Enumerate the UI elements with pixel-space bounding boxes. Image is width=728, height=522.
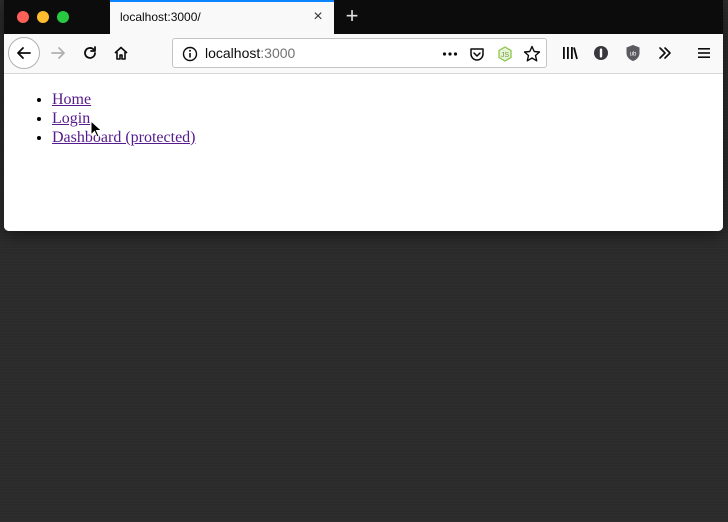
- ublock-icon: ub: [626, 45, 640, 61]
- info-icon[interactable]: [181, 45, 199, 63]
- url-text: localhost:3000: [205, 45, 295, 61]
- menu-button[interactable]: [690, 39, 718, 67]
- library-button[interactable]: [556, 39, 584, 67]
- new-tab-button[interactable]: +: [342, 5, 362, 27]
- back-icon: [17, 47, 31, 59]
- reload-icon: [84, 46, 96, 59]
- back-button[interactable]: [8, 37, 40, 69]
- url-bar[interactable]: localhost:3000 JS: [172, 38, 547, 68]
- bookmark-star-icon[interactable]: [523, 45, 541, 63]
- sync-icon: [594, 46, 608, 60]
- url-host: localhost: [205, 45, 261, 61]
- reload-button[interactable]: [76, 39, 104, 67]
- home-icon: [114, 46, 128, 60]
- url-port: :3000: [260, 45, 296, 61]
- mouse-cursor-icon: [90, 120, 102, 138]
- dashboard-link[interactable]: Dashboard (protected): [52, 129, 196, 146]
- browser-window: localhost:3000/ × + localhost:3000 JS ub…: [4, 0, 723, 231]
- forward-icon: [51, 47, 65, 59]
- tab-bar: localhost:3000/ × +: [4, 0, 723, 34]
- more-icon[interactable]: [441, 45, 459, 63]
- tab-title: localhost:3000/: [120, 10, 201, 24]
- home-link[interactable]: Home: [52, 91, 91, 108]
- tab-close-icon[interactable]: ×: [310, 9, 326, 25]
- nav-link-list: Home Login Dashboard (protected): [4, 90, 723, 147]
- overflow-button[interactable]: [651, 39, 679, 67]
- library-icon: [563, 47, 578, 60]
- overflow-icon: [659, 47, 671, 59]
- window-minimize-button[interactable]: [37, 11, 49, 23]
- svg-text:ub: ub: [630, 52, 637, 58]
- sync-button[interactable]: [587, 39, 615, 67]
- window-maximize-button[interactable]: [57, 11, 69, 23]
- login-link[interactable]: Login: [52, 110, 90, 127]
- window-close-button[interactable]: [17, 11, 29, 23]
- pocket-icon[interactable]: [468, 45, 486, 63]
- page-content: Home Login Dashboard (protected): [4, 74, 723, 231]
- menu-icon: [698, 48, 710, 58]
- node-extension-icon[interactable]: JS: [496, 45, 514, 63]
- forward-button[interactable]: [44, 39, 72, 67]
- navigation-toolbar: localhost:3000 JS ub: [4, 34, 723, 74]
- list-item: Dashboard (protected): [52, 128, 723, 147]
- home-button[interactable]: [107, 39, 135, 67]
- tab-localhost[interactable]: localhost:3000/ ×: [110, 0, 334, 34]
- list-item: Home: [52, 90, 723, 109]
- list-item: Login: [52, 109, 723, 128]
- ublock-button[interactable]: ub: [619, 39, 647, 67]
- svg-text:JS: JS: [501, 52, 510, 59]
